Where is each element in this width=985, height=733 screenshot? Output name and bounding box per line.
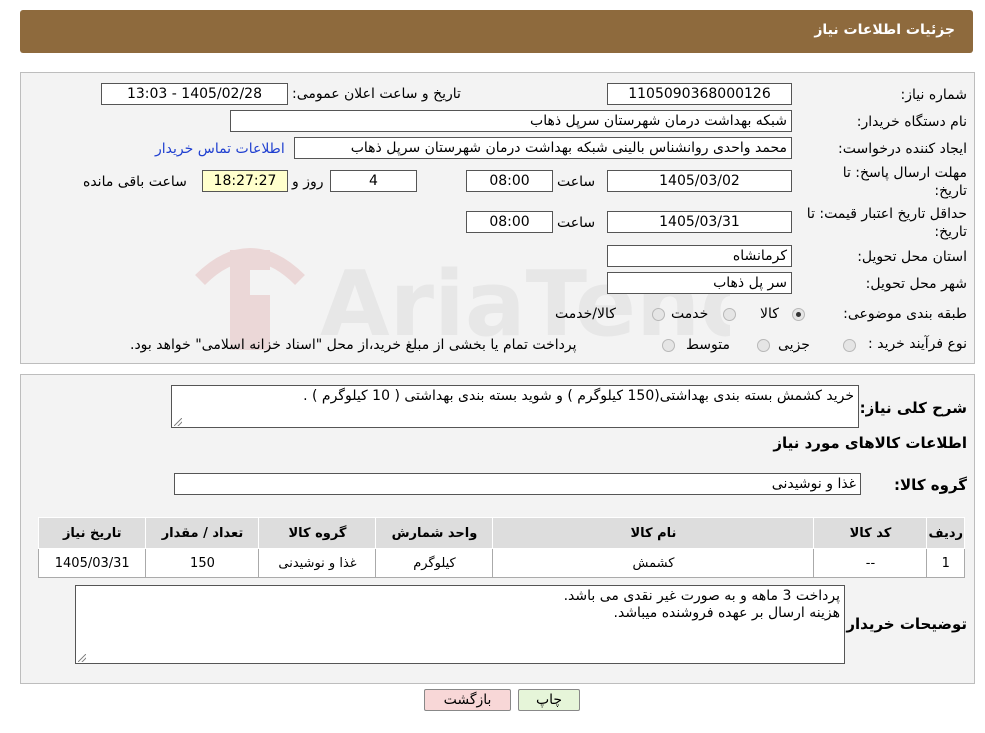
buyer-notes-line-1: پرداخت 3 ماهه و به صورت غیر نقدی می باشد…	[563, 588, 840, 604]
process-radio-minor[interactable]	[843, 339, 856, 352]
buyer-org-field: شبکه بهداشت درمان شهرستان سرپل ذهاب	[230, 110, 792, 132]
remaining-label: ساعت باقی مانده	[83, 174, 187, 190]
province-field: کرمانشاه	[607, 245, 792, 267]
requester-label: ایجاد کننده درخواست:	[838, 141, 967, 157]
announce-field: 1405/02/28 - 13:03	[101, 83, 288, 105]
cell-code: --	[813, 548, 928, 578]
cell-unit: کیلوگرم	[375, 548, 494, 578]
city-label: شهر محل تحویل:	[865, 276, 967, 292]
goods-group-label: گروه کالا:	[894, 476, 967, 494]
requester-field: محمد واحدی روانشناس بالینی شبکه بهداشت د…	[294, 137, 792, 159]
cell-quantity: 150	[145, 548, 260, 578]
buyer-notes-label: توضیحات خریدار:	[840, 615, 967, 633]
buyer-org-label: نام دستگاه خریدار:	[856, 114, 967, 130]
validity-label-date: تاریخ:	[934, 224, 967, 240]
buyer-contact-link[interactable]: اطلاعات تماس خریدار	[155, 141, 285, 157]
category-label: طبقه بندی موضوعی:	[843, 306, 967, 322]
deadline-label: مهلت ارسال پاسخ: تا	[842, 165, 967, 181]
table-header-row: ردیف کد کالا نام کالا واحد شمارش گروه کا…	[37, 517, 965, 549]
deadline-time-field: 08:00	[466, 170, 553, 192]
back-button[interactable]: بازگشت	[424, 689, 511, 711]
col-header-name: نام کالا	[492, 517, 815, 549]
cell-group: غذا و نوشیدنی	[258, 548, 377, 578]
deadline-label-date: تاریخ:	[934, 183, 967, 199]
description-field: خرید کشمش بسته بندی بهداشتی(150 کیلوگرم …	[171, 385, 859, 428]
validity-time-field: 08:00	[466, 211, 553, 233]
page-title: جزئيات اطلاعات نياز	[814, 22, 955, 38]
goods-info-title: اطلاعات کالاهای مورد نیاز	[773, 434, 967, 452]
print-button[interactable]: چاپ	[518, 689, 580, 711]
province-label: استان محل تحویل:	[857, 249, 967, 265]
process-label: نوع فرآیند خرید :	[868, 336, 967, 352]
buyer-notes-field: پرداخت 3 ماهه و به صورت غیر نقدی می باشد…	[75, 585, 845, 664]
col-header-quantity: تعداد / مقدار	[145, 517, 260, 549]
process-radio-treasury[interactable]	[662, 339, 675, 352]
items-table: ردیف کد کالا نام کالا واحد شمارش گروه کا…	[37, 517, 965, 578]
need-number-label: شماره نیاز:	[900, 87, 968, 103]
remaining-time-field: 18:27:27	[202, 170, 288, 192]
col-header-date: تاریخ نیاز	[37, 517, 147, 549]
cell-date: 1405/03/31	[37, 548, 147, 578]
category-radio-goods[interactable]	[792, 308, 805, 321]
category-option-goods-service: کالا/خدمت	[555, 306, 616, 322]
resize-grip-icon[interactable]	[78, 654, 86, 662]
category-radio-service[interactable]	[723, 308, 736, 321]
validity-time-label: ساعت	[557, 215, 596, 231]
description-text: خرید کشمش بسته بندی بهداشتی(150 کیلوگرم …	[303, 388, 854, 404]
col-header-row-number: ردیف	[926, 517, 965, 549]
resize-grip-icon[interactable]	[174, 418, 182, 426]
process-note: پرداخت تمام یا بخشی از مبلغ خرید،از محل …	[130, 337, 577, 353]
deadline-date-field: 1405/03/02	[607, 170, 792, 192]
validity-label: حداقل تاریخ اعتبار قیمت: تا	[806, 206, 967, 222]
description-label: شرح کلی نیاز:	[859, 399, 967, 417]
deadline-time-label: ساعت	[557, 174, 596, 190]
days-field: 4	[330, 170, 417, 192]
col-header-code: کد کالا	[813, 517, 928, 549]
category-option-service: خدمت	[671, 306, 709, 322]
col-header-group: گروه کالا	[258, 517, 377, 549]
days-label: روز و	[292, 174, 324, 190]
cell-row-number: 1	[926, 548, 965, 578]
goods-group-field: غذا و نوشیدنی	[174, 473, 861, 495]
process-option-medium: متوسط	[686, 337, 730, 353]
process-option-minor: جزیی	[778, 337, 810, 353]
city-field: سر پل ذهاب	[607, 272, 792, 294]
buyer-notes-line-2: هزینه ارسال بر عهده فروشنده میباشد.	[613, 605, 840, 621]
cell-name: کشمش	[492, 548, 815, 578]
page-header: جزئيات اطلاعات نياز	[20, 10, 973, 53]
need-number-field: 1105090368000126	[607, 83, 792, 105]
table-row: 1 -- کشمش کیلوگرم غذا و نوشیدنی 150 1405…	[37, 548, 965, 578]
category-radio-goods-service[interactable]	[652, 308, 665, 321]
category-option-goods: کالا	[760, 306, 779, 322]
process-radio-medium[interactable]	[757, 339, 770, 352]
validity-date-field: 1405/03/31	[607, 211, 792, 233]
announce-label: تاریخ و ساعت اعلان عمومی:	[292, 86, 461, 102]
col-header-unit: واحد شمارش	[375, 517, 494, 549]
